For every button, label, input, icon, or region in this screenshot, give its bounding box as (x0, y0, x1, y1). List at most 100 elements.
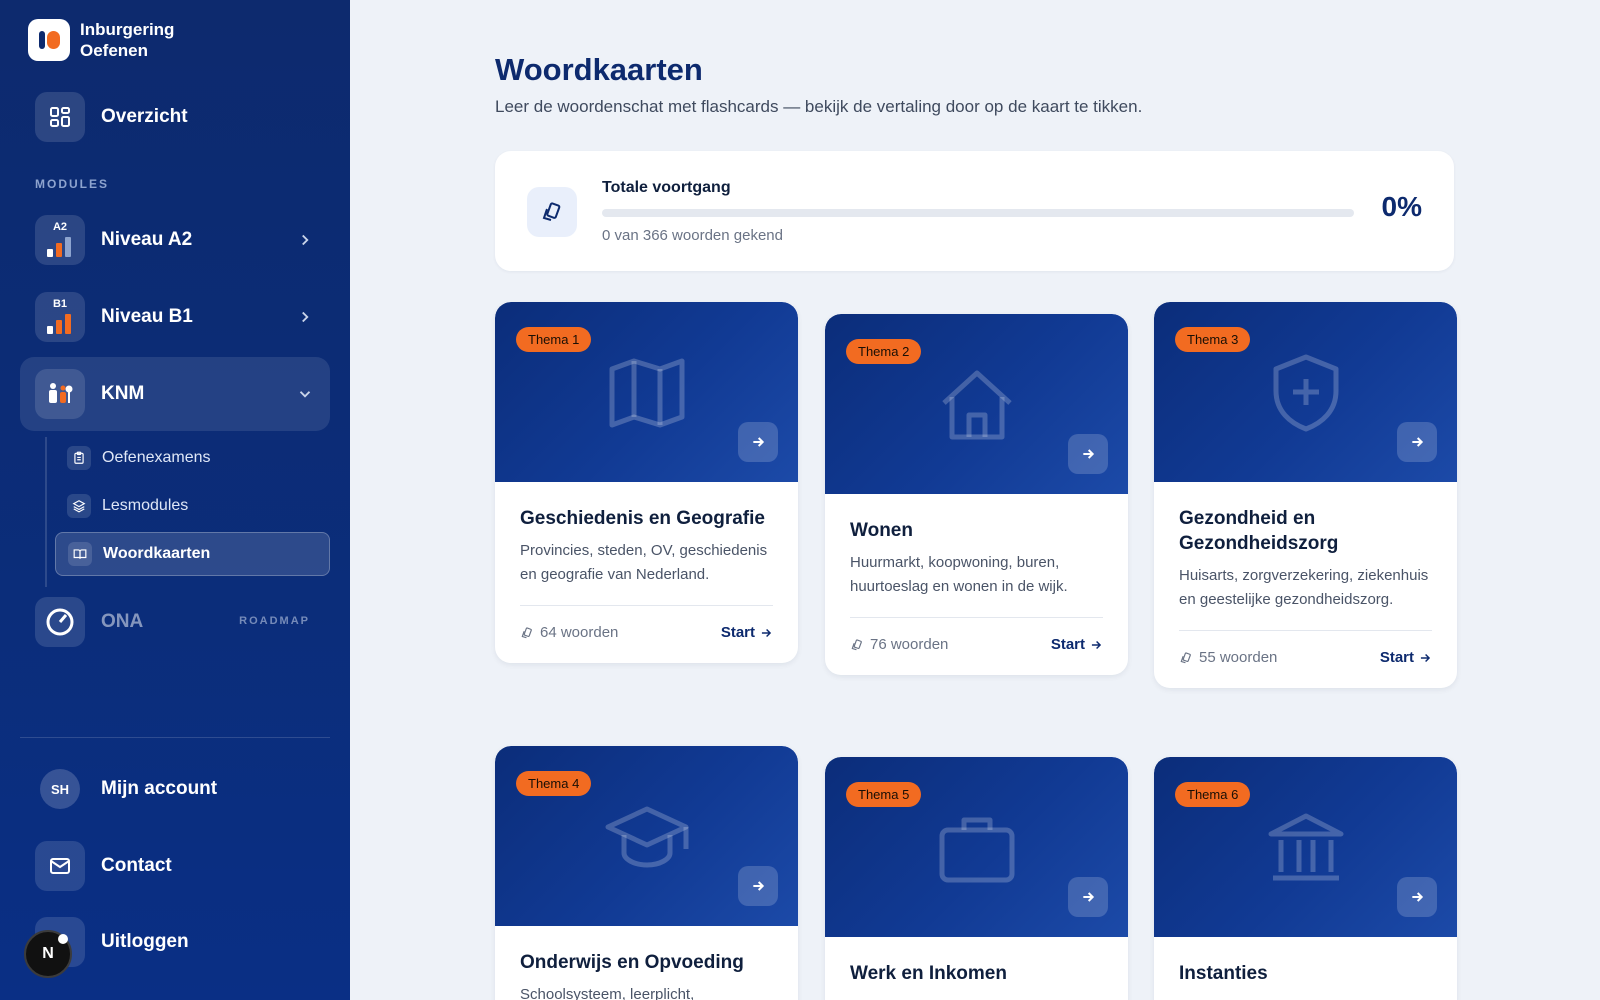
theme-card[interactable]: Thema 6 Instanties (1154, 757, 1457, 1000)
bank-icon (1268, 813, 1343, 881)
start-label: Start (720, 624, 755, 641)
avatar: SH (40, 769, 80, 809)
start-label: Start (1379, 649, 1414, 666)
gauge-icon (35, 597, 85, 647)
card-hero: Thema 4 (495, 746, 798, 926)
card-description: Schoolsysteem, leerplicht, (520, 986, 695, 1000)
roadmap-tag: ROADMAP (239, 615, 310, 627)
card-body: Werk en Inkomen (825, 937, 1128, 986)
flashcards-icon (851, 638, 862, 650)
sidebar-divider (20, 737, 330, 738)
word-count-label: 64 woorden (540, 624, 619, 641)
thema-badge: Thema 2 (846, 339, 922, 364)
nav-overview-label: Overzicht (101, 106, 188, 127)
subnav-oefenexamens[interactable]: Oefenexamens (55, 436, 330, 480)
card-title: Gezondheid en Gezondheidszorg (1179, 508, 1339, 554)
arrow-right-icon (753, 437, 765, 447)
nav-niveau-a2[interactable]: A2 Niveau A2 (20, 203, 330, 277)
modules-section-label: MODULES (35, 177, 109, 191)
card-body: Geschiedenis en Geografie Provincies, st… (495, 482, 798, 587)
theme-card[interactable]: Thema 4 Onderwijs en Opvoeding Schoolsys… (495, 746, 798, 1000)
nav-logout-label: Uitloggen (101, 931, 189, 952)
nav-account[interactable]: SH Mijn account (20, 752, 330, 826)
flashcards-icon (521, 626, 532, 638)
word-count: 55 woorden (1179, 649, 1277, 666)
arrow-right-icon (1412, 892, 1424, 902)
card-arrow-button[interactable] (738, 866, 778, 906)
word-count-label: 76 woorden (870, 636, 949, 653)
arrow-right-icon (1091, 640, 1102, 649)
card-arrow-button[interactable] (1397, 422, 1437, 462)
nav-account-label: Mijn account (101, 778, 218, 799)
progress-card: Totale voortgang 0 van 366 woorden geken… (495, 151, 1454, 271)
nav-knm-label: KNM (101, 383, 145, 404)
arrow-right-icon (753, 881, 765, 891)
theme-card[interactable]: Thema 5 Werk en Inkomen (825, 757, 1128, 1000)
map-icon (609, 358, 684, 428)
level-a2-badge: A2 (52, 221, 68, 233)
theme-card[interactable]: Thema 3 Gezondheid en Gezondheidszorg Hu… (1154, 302, 1457, 688)
card-hero: Thema 1 (495, 302, 798, 482)
subnav-oefenexamens-label: Oefenexamens (102, 449, 211, 466)
flashcards-icon (1180, 651, 1191, 663)
card-title: Werk en Inkomen (850, 963, 1007, 984)
theme-card[interactable]: Thema 1 Geschiedenis en Geografie Provin… (495, 302, 798, 663)
brand-name: Inburgering Oefenen (80, 19, 174, 61)
progress-bar (602, 209, 1354, 217)
theme-card[interactable]: Thema 2 Wonen Huurmarkt, koopwoning, bur… (825, 314, 1128, 675)
page-subtitle: Leer de woordenschat met flashcards — be… (495, 97, 1143, 116)
arrow-right-icon (1412, 437, 1424, 447)
shield-plus-icon (1273, 354, 1338, 432)
layers-icon (67, 494, 91, 518)
start-button[interactable]: Start (1051, 636, 1103, 653)
graduation-cap-icon (605, 806, 688, 868)
page-title: Woordkaarten (495, 52, 703, 87)
sidebar: Inburgering Oefenen Overzicht MODULES A2… (0, 0, 350, 1000)
mail-icon (35, 841, 85, 891)
progress-count: 0 van 366 woorden gekend (602, 227, 783, 244)
brand-line-1: Inburgering (80, 20, 175, 39)
card-arrow-button[interactable] (738, 422, 778, 462)
card-footer: 55 woorden Start (1179, 630, 1432, 666)
card-title: Instanties (1179, 963, 1268, 984)
subnav-lesmodules[interactable]: Lesmodules (55, 484, 330, 528)
word-count-label: 55 woorden (1199, 649, 1278, 666)
arrow-right-icon (1083, 892, 1095, 902)
card-description: Huurmarkt, koopwoning, buren, huurtoesla… (850, 554, 1068, 595)
brand[interactable]: Inburgering Oefenen (28, 19, 174, 61)
start-button[interactable]: Start (721, 624, 773, 641)
card-footer: 64 woorden Start (520, 605, 773, 641)
card-description: Provincies, steden, OV, geschiedenis en … (520, 542, 768, 583)
thema-badge: Thema 1 (516, 327, 592, 352)
level-b1-icon: B1 (35, 292, 85, 342)
card-title: Onderwijs en Opvoeding (520, 952, 744, 973)
card-hero: Thema 3 (1154, 302, 1457, 482)
chevron-right-icon (302, 234, 309, 246)
brand-logo (28, 19, 70, 61)
nav-niveau-b1[interactable]: B1 Niveau B1 (20, 280, 330, 354)
chevron-right-icon (302, 311, 309, 323)
card-arrow-button[interactable] (1068, 434, 1108, 474)
briefcase-icon (939, 817, 1014, 883)
nav-overview[interactable]: Overzicht (20, 80, 330, 154)
card-body: Wonen Huurmarkt, koopwoning, buren, huur… (825, 494, 1128, 599)
card-arrow-button[interactable] (1068, 877, 1108, 917)
card-title: Wonen (850, 520, 913, 541)
nav-contact[interactable]: Contact (20, 829, 330, 903)
brand-line-2: Oefenen (80, 41, 149, 60)
card-body: Gezondheid en Gezondheidszorg Huisarts, … (1154, 482, 1457, 612)
start-label: Start (1050, 636, 1085, 653)
card-footer: 76 woorden Start (850, 617, 1103, 653)
card-arrow-button[interactable] (1397, 877, 1437, 917)
dev-tools-badge[interactable]: N (24, 930, 72, 978)
word-count: 64 woorden (520, 624, 618, 641)
nav-knm[interactable]: KNM (20, 357, 330, 431)
subnav-woordkaarten[interactable]: Woordkaarten (55, 532, 330, 576)
progress-percent: 0% (1381, 191, 1422, 222)
nav-niveau-b1-label: Niveau B1 (101, 306, 193, 327)
subnav-woordkaarten-label: Woordkaarten (103, 545, 211, 562)
start-button[interactable]: Start (1380, 649, 1432, 666)
thema-badge: Thema 5 (846, 782, 922, 807)
thema-badge: Thema 3 (1175, 327, 1251, 352)
card-hero: Thema 6 (1154, 757, 1457, 937)
